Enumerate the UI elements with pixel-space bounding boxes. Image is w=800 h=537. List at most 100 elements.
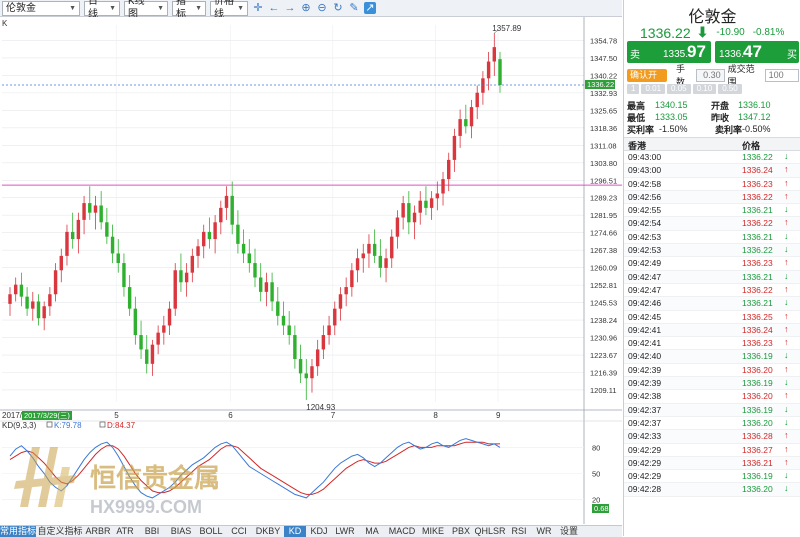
trade-row[interactable]: 09:42:47 1336.21 ↓ — [624, 270, 800, 284]
candle-body[interactable] — [378, 255, 383, 268]
candle-body[interactable] — [122, 263, 126, 288]
tab-17[interactable]: RSI — [506, 526, 532, 537]
trade-row[interactable]: 09:42:37 1336.19 ↓ — [624, 403, 800, 417]
candle-body[interactable] — [99, 205, 103, 223]
trade-row[interactable]: 09:42:47 1336.22 ↑ — [624, 284, 800, 298]
candle-body[interactable] — [464, 119, 468, 127]
candle-body[interactable] — [458, 119, 462, 136]
candle-body[interactable] — [401, 203, 405, 218]
candle-body[interactable] — [435, 193, 440, 199]
candle-body[interactable] — [36, 301, 41, 319]
candle-body[interactable] — [321, 335, 326, 350]
candle-body[interactable] — [310, 366, 314, 379]
candle-body[interactable] — [447, 159, 451, 180]
candle-body[interactable] — [270, 282, 274, 302]
tab-3[interactable]: ATR — [112, 526, 138, 537]
trade-row[interactable]: 09:42:54 1336.22 ↑ — [624, 217, 800, 231]
candle-body[interactable] — [59, 255, 63, 271]
candlestick-chart[interactable]: 1354.781347.501340.221332.931325.651318.… — [0, 17, 622, 524]
candle-body[interactable] — [253, 263, 257, 278]
crosshair-icon[interactable]: ✛ — [252, 2, 264, 14]
candle-body[interactable] — [219, 207, 223, 223]
lot-chip[interactable]: 0.10 — [692, 84, 717, 94]
lot-chip[interactable]: 0.01 — [641, 84, 666, 94]
candle-body[interactable] — [13, 284, 18, 295]
candle-body[interactable] — [384, 258, 388, 268]
trade-row[interactable]: 09:42:37 1336.20 ↓ — [624, 417, 800, 431]
candle-body[interactable] — [344, 287, 348, 295]
candle-body[interactable] — [19, 284, 24, 297]
candle-body[interactable] — [236, 224, 240, 244]
candle-body[interactable] — [395, 217, 400, 237]
buy-button[interactable]: 1336. 47 买 — [715, 41, 799, 63]
tab-2[interactable]: ARBR — [84, 526, 112, 537]
arrow-left-icon[interactable]: ← — [268, 2, 280, 14]
candle-body[interactable] — [150, 344, 155, 364]
candle-body[interactable] — [441, 179, 445, 194]
candle-body[interactable] — [184, 272, 189, 283]
period-select[interactable]: 日线 ▼ — [84, 0, 120, 20]
tab-18[interactable]: WR — [532, 526, 556, 537]
trade-row[interactable]: 09:43:00 1336.22 ↓ — [624, 151, 800, 165]
symbol-select[interactable]: 伦敦金 ▼ — [2, 0, 80, 16]
candle-body[interactable] — [179, 270, 183, 283]
tab-7[interactable]: CCI — [226, 526, 252, 537]
arrow-right-icon[interactable]: → — [284, 2, 296, 14]
tab-1[interactable]: 自定义指标 — [36, 526, 84, 537]
candle-body[interactable] — [116, 253, 120, 264]
candle-body[interactable] — [418, 200, 422, 213]
candle-body[interactable] — [8, 294, 12, 304]
trade-row[interactable]: 09:42:28 1336.20 ↓ — [624, 483, 800, 497]
tab-11[interactable]: LWR — [332, 526, 358, 537]
candle-body[interactable] — [213, 222, 217, 240]
price-line-select[interactable]: 价格线 ▼ — [210, 0, 248, 20]
candle-body[interactable] — [475, 92, 479, 108]
candle-body[interactable] — [167, 308, 172, 326]
candle-body[interactable] — [105, 222, 109, 237]
tab-5[interactable]: BIAS — [166, 526, 196, 537]
trade-row[interactable]: 09:42:53 1336.22 ↓ — [624, 244, 800, 258]
lot-chip[interactable]: 0.05 — [667, 84, 691, 94]
candle-body[interactable] — [429, 198, 434, 208]
candle-body[interactable] — [333, 308, 337, 326]
candle-body[interactable] — [361, 253, 365, 259]
refresh-icon[interactable]: ↻ — [332, 2, 344, 14]
candle-body[interactable] — [42, 306, 46, 319]
candle-body[interactable] — [53, 270, 58, 295]
candle-body[interactable] — [367, 243, 371, 254]
candle-body[interactable] — [390, 236, 394, 259]
trade-row[interactable]: 09:42:56 1336.22 ↑ — [624, 190, 800, 205]
candle-body[interactable] — [481, 78, 485, 93]
trade-row[interactable]: 09:42:58 1336.23 ↑ — [624, 178, 800, 191]
trade-row[interactable]: 09:43:00 1336.24 ↑ — [624, 164, 800, 178]
tab-6[interactable]: BOLL — [196, 526, 226, 537]
candle-body[interactable] — [452, 135, 457, 160]
tab-15[interactable]: PBX — [448, 526, 474, 537]
candle-body[interactable] — [486, 61, 491, 79]
tab-0[interactable]: 常用指标 — [0, 526, 36, 537]
tab-13[interactable]: MACD — [386, 526, 418, 537]
candle-body[interactable] — [327, 325, 331, 336]
candle-body[interactable] — [224, 195, 229, 208]
trade-row[interactable]: 09:42:39 1336.19 ↓ — [624, 377, 800, 391]
candle-body[interactable] — [207, 231, 212, 240]
candle-body[interactable] — [424, 200, 428, 208]
range-input[interactable]: 100 — [764, 68, 800, 82]
candle-body[interactable] — [298, 359, 303, 374]
candle-body[interactable] — [190, 255, 195, 273]
candle-body[interactable] — [247, 253, 252, 264]
trade-row[interactable]: 09:42:39 1336.20 ↑ — [624, 364, 800, 378]
trade-row[interactable]: 09:42:45 1336.25 ↑ — [624, 311, 800, 324]
candle-body[interactable] — [145, 349, 149, 364]
candle-body[interactable] — [498, 59, 502, 85]
candle-body[interactable] — [173, 270, 177, 309]
candle-body[interactable] — [76, 219, 81, 240]
candle-body[interactable] — [162, 325, 166, 333]
trade-row[interactable]: 09:42:29 1336.27 ↑ — [624, 444, 800, 457]
trade-row[interactable]: 09:42:49 1336.23 ↑ — [624, 257, 800, 271]
candle-body[interactable] — [48, 294, 52, 307]
candle-body[interactable] — [82, 203, 86, 220]
trade-row[interactable]: 09:42:41 1336.24 ↑ — [624, 323, 800, 338]
candle-body[interactable] — [315, 349, 320, 367]
candle-body[interactable] — [31, 301, 35, 309]
